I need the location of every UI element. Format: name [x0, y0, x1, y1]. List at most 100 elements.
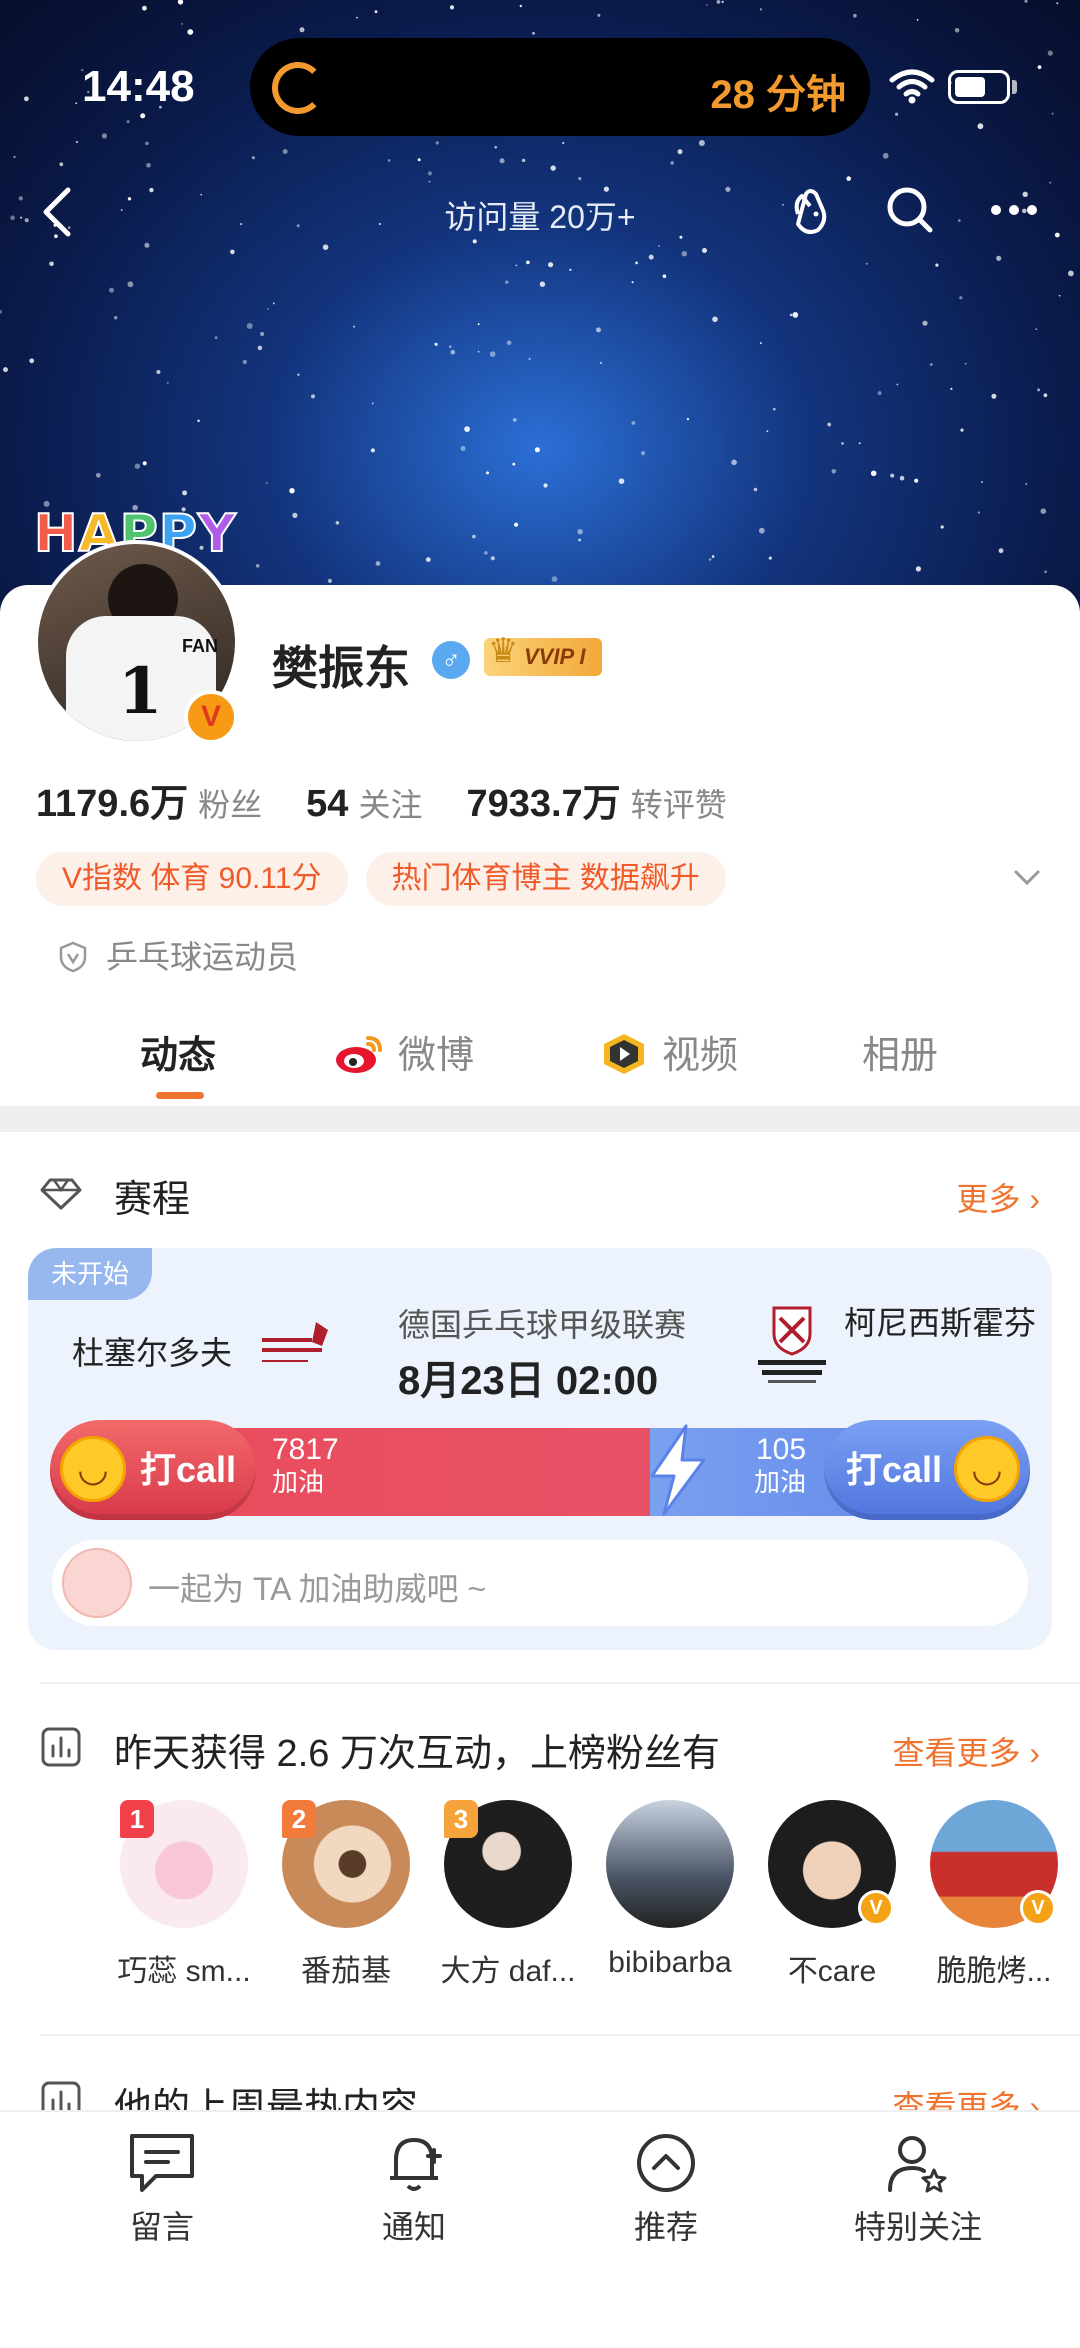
star [29, 358, 35, 364]
fan-item[interactable]: bibibarba [590, 1800, 750, 1980]
star [1037, 388, 1041, 392]
male-gender-icon: ♂ [432, 641, 470, 679]
star [896, 383, 899, 386]
shield-icon [59, 941, 87, 973]
star [929, 363, 933, 366]
tab-album[interactable]: 相册 [862, 1024, 938, 1079]
star [753, 487, 758, 492]
profile-tags: V指数 体育 90.11分 热门体育博主 数据飙升 [36, 852, 744, 906]
star [197, 419, 200, 423]
star [1068, 270, 1074, 277]
nav-special-follow[interactable]: 特别关注 [818, 2130, 1018, 2248]
nav-notify[interactable]: 通知 [314, 2130, 514, 2248]
call-button-team-b-label: 打call [846, 1449, 943, 1490]
star [708, 558, 712, 561]
dynamic-island[interactable]: 28 分钟 [250, 38, 870, 136]
team-a-count-value: 7817 [272, 1433, 339, 1466]
star [166, 381, 169, 384]
user-star-icon [888, 2136, 947, 2193]
engagement-count[interactable]: 7933.7万 [466, 783, 620, 825]
tab-feed[interactable]: 动态 [140, 1024, 216, 1079]
call-button-team-b[interactable]: 打call ◡ [824, 1420, 1030, 1520]
tab-video[interactable]: 视频 [598, 1024, 738, 1079]
followers-label[interactable]: 粉丝 [198, 787, 262, 823]
fan-name: 巧蕊 sm... [117, 1955, 251, 1988]
tab-weibo[interactable]: 微博 [334, 1024, 474, 1079]
tab-feed-label: 动态 [140, 1035, 217, 1077]
star [792, 312, 799, 318]
star [631, 281, 634, 284]
avatar[interactable]: FAN 1 V [34, 540, 244, 750]
more-options-icon[interactable] [984, 180, 1044, 240]
star [375, 561, 381, 566]
nav-recommend[interactable]: 推荐 [566, 2130, 766, 2248]
star [528, 357, 531, 360]
star [265, 481, 268, 484]
star [434, 342, 438, 346]
status-bar: 14:48 28 分钟 [0, 0, 1080, 170]
lightning-vs-icon [650, 1424, 706, 1516]
fan-avatar: V [930, 1800, 1058, 1928]
section-separator [40, 2034, 1080, 2036]
engagement-label[interactable]: 转评赞 [631, 787, 727, 823]
interaction-header: 昨天获得 2.6 万次互动，上榜粉丝有 查看更多 › [40, 1718, 1040, 1778]
verified-v-icon: V [1020, 1890, 1056, 1926]
following-label[interactable]: 关注 [358, 787, 422, 823]
interaction-more-link[interactable]: 查看更多 › [892, 1728, 1040, 1774]
fan-avatar: V [768, 1800, 896, 1928]
hot-blogger-tag[interactable]: 热门体育博主 数据飙升 [365, 852, 726, 906]
star [266, 308, 269, 310]
team-b-cheer-label: 加油 [754, 1467, 807, 1497]
star [95, 472, 101, 478]
v-index-tag[interactable]: V指数 体育 90.11分 [36, 852, 348, 906]
star [534, 447, 540, 453]
star [292, 512, 298, 519]
fan-name: bibibarba [608, 1946, 732, 1979]
cheer-input[interactable]: 一起为 TA 加油助威吧 ~ [52, 1540, 1028, 1626]
star [512, 462, 516, 466]
fan-item[interactable]: 2 番茄基 [266, 1800, 426, 1990]
star [539, 281, 546, 287]
star [543, 483, 548, 488]
cheering-emoji-icon: ◡ [60, 1436, 126, 1502]
fan-item[interactable]: 1 巧蕊 sm... [104, 1800, 264, 1990]
star [512, 418, 517, 422]
fan-item[interactable]: V 脆脆烤... [914, 1800, 1074, 1990]
star [464, 426, 470, 432]
schedule-more-link[interactable]: 更多 › [956, 1174, 1040, 1220]
search-icon[interactable] [880, 180, 940, 240]
star [477, 323, 480, 326]
hand-wave-icon[interactable] [780, 180, 840, 240]
match-card[interactable]: 未开始 杜塞尔多夫 德国乒乓球甲级联赛 8月23日 02:00 柯尼西斯霍芬 ◡… [28, 1248, 1052, 1650]
match-status-badge: 未开始 [28, 1248, 152, 1300]
followers-count[interactable]: 1179.6万 [36, 783, 188, 825]
star [371, 402, 374, 405]
call-button-team-a[interactable]: ◡ 打call [50, 1420, 256, 1520]
team-a-logo-icon [262, 1322, 328, 1362]
star [246, 323, 253, 329]
star [890, 473, 895, 478]
video-play-icon [604, 1034, 644, 1074]
team-b-cheer-count: 105 加油 [754, 1434, 806, 1498]
fan-item[interactable]: 3 大方 daf... [428, 1800, 588, 1990]
star [255, 564, 260, 568]
schedule-header: 赛程 更多 › [40, 1164, 1040, 1224]
star [450, 349, 456, 355]
star [759, 342, 762, 345]
cheer-prompt: 一起为 TA 加油助威吧 ~ [148, 1571, 487, 1607]
pig-avatar-icon [62, 1548, 132, 1618]
top-nav: 访问量 20万+ [0, 170, 1080, 250]
star [489, 351, 496, 357]
star [858, 442, 861, 445]
nav-message-board[interactable]: 留言 [62, 2130, 262, 2248]
fan-avatar: 3 [444, 1800, 572, 1928]
cheering-emoji-icon: ◡ [954, 1436, 1020, 1502]
vvip-badge[interactable]: VVIP I [484, 632, 602, 676]
following-count[interactable]: 54 [306, 783, 348, 825]
star [127, 281, 134, 288]
occupation: 乒乓球运动员 [56, 932, 298, 978]
chevron-down-icon[interactable] [1012, 862, 1042, 892]
fan-item[interactable]: V 不care [752, 1800, 912, 1990]
fan-name: 脆脆烤... [936, 1955, 1052, 1988]
star [711, 555, 715, 558]
